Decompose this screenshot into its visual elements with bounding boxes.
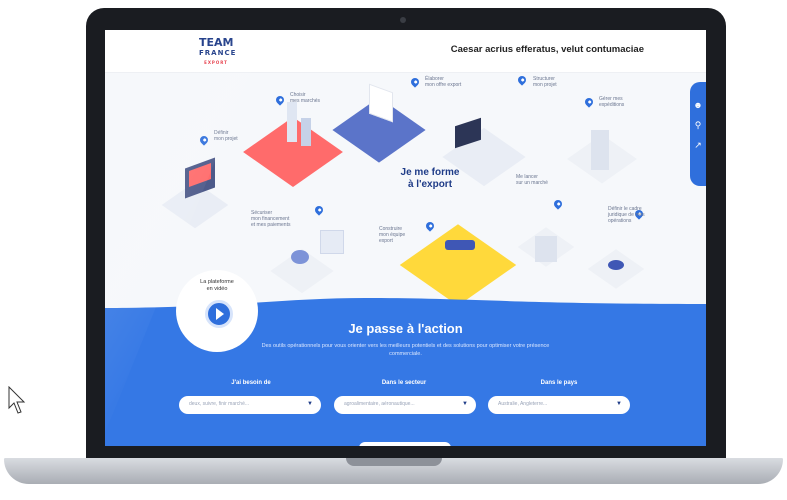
map-pin-icon [583, 96, 595, 108]
share-icon[interactable]: ↗ [690, 136, 706, 154]
filter-label-besoin: J'ai besoin de [231, 380, 271, 386]
label-structurer[interactable]: Structurer mon projet [533, 76, 557, 88]
coins-shape [291, 250, 309, 264]
besoin-placeholder: deux, suivre, finir marché... [189, 401, 250, 407]
chevron-down-icon: ▼ [462, 401, 468, 407]
map-pin-icon [198, 134, 210, 146]
user-icon[interactable]: ☻ [690, 96, 706, 114]
chevron-down-icon: ▼ [307, 401, 313, 407]
header-tagline: Caesar acrius efferatus, velut contumaci… [450, 44, 644, 55]
map-pin-icon [424, 220, 436, 232]
laptop-hinge-notch [346, 458, 442, 466]
label-construire[interactable]: Construire mon équipe export [379, 226, 405, 244]
bottom-tab[interactable] [359, 442, 451, 446]
besoin-select[interactable]: deux, suivre, finir marché... ▼ [179, 396, 321, 414]
label-elaborer[interactable]: Élaborer mon offre export [425, 76, 461, 88]
map-pin-icon [313, 204, 325, 216]
map-pin-icon [516, 74, 528, 86]
team-table [445, 240, 475, 250]
filter-label-secteur: Dans le secteur [381, 380, 427, 386]
team-france-export-logo[interactable]: TEAM FRANCE EXPORT [199, 37, 235, 68]
filter-label-pays: Dans le pays [540, 380, 578, 386]
hero-center-title: Je me forme à l'export [400, 167, 460, 190]
boxes-shape [591, 130, 609, 170]
label-me-lancer[interactable]: Me lancer sur un marché [516, 174, 548, 186]
webcam [400, 17, 406, 23]
mouse-cursor-icon [8, 386, 26, 414]
map-pin-icon [274, 94, 286, 106]
secteur-select[interactable]: agroalimentaire, aéronautique... ▼ [334, 396, 476, 414]
map-pin-icon [409, 76, 421, 88]
label-gerer[interactable]: Gérer mes expéditions [599, 96, 624, 108]
video-label: La plateforme en vidéo [200, 279, 234, 292]
label-definir[interactable]: Définir mon projet [214, 130, 238, 142]
secteur-placeholder: agroalimentaire, aéronautique... [344, 401, 415, 407]
label-definir-cadre[interactable]: Définir le cadre juridique de mes opérat… [608, 206, 645, 224]
seal-shape [608, 260, 624, 270]
safe-shape [320, 230, 344, 254]
action-subtitle: Des outils opérationnels pour vous orien… [261, 343, 550, 357]
stack-shape [535, 236, 557, 262]
pillar-2 [301, 118, 311, 146]
site-header: TEAM FRANCE EXPORT Caesar acrius efferat… [105, 30, 706, 73]
action-title: Je passe à l'action [348, 321, 463, 336]
label-choisir[interactable]: Choisir mes marchés [290, 92, 320, 104]
search-icon[interactable]: ⚲ [690, 116, 706, 134]
chevron-down-icon: ▼ [616, 401, 622, 407]
floating-sidebar: ☻ ⚲ ↗ [690, 82, 706, 186]
pays-placeholder: Australie, Angleterre... [498, 401, 548, 407]
laptop-screen: TEAM FRANCE EXPORT Caesar acrius efferat… [105, 30, 706, 446]
pays-select[interactable]: Australie, Angleterre... ▼ [488, 396, 630, 414]
label-securiser[interactable]: Sécuriser mon financement et mes paiemen… [251, 210, 290, 228]
pillar-1 [287, 102, 297, 142]
map-pin-icon [552, 198, 564, 210]
